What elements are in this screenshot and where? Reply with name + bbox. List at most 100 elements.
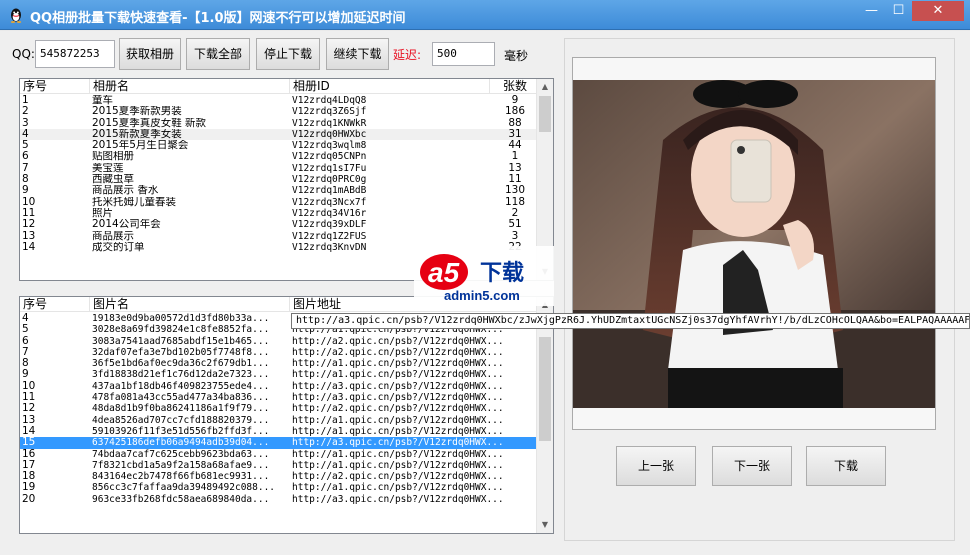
cell-photo-count: 186 [504,106,526,118]
table-row[interactable]: 19 856cc3c7faffaa9da39489492c088... http:/… [20,482,553,493]
cell-index: 14 [22,425,36,437]
cell-index: 12 [22,219,36,231]
cell-photo-name: 4dea8526ad707cc7cfd188820379... [92,414,270,426]
table-row[interactable]: 16 74bdaa7caf7c625cebb9623bda63... http://… [20,449,553,460]
download-image-button[interactable]: 下载 [806,446,886,486]
scroll-thumb[interactable] [539,337,551,441]
cell-album-id: V12zrdq4LDqQ8 [292,95,367,106]
table-row[interactable]: 10 托米托姆儿童春装 V12zrdq3Ncx7f 118 [20,197,553,208]
window-title: QQ相册批量下载快速查看-【1.0版】网速不行可以增加延迟时间 [30,11,406,26]
table-row[interactable]: 8 西藏虫草 V12zrdq0PRC0g 11 [20,174,553,185]
close-button[interactable]: ✕ [912,1,964,21]
cell-photo-count: 13 [508,162,522,174]
table-row[interactable]: 6 3083a7541aad7685abdf15e1b465... http://a… [20,336,553,347]
album-rows: 1 童车 V12zrdq4LDqQ8 9 2 2015夏季新款男装 V12zrdq3Z6Sj… [20,95,553,253]
cell-album-name: 童车 [92,95,113,106]
cell-photo-name: 7f8321cbd1a5a9f2a158a68afae9... [92,459,270,471]
cell-index: 5 [22,324,29,336]
table-row[interactable]: 15 637425186defb06a9494adb39d04... http://… [20,437,553,449]
cell-album-name: 照片 [92,207,113,219]
cell-photo-count: 31 [508,128,522,140]
cell-photo-name: 19183e0d9ba00572d1d3fd80b33a... [92,313,270,324]
cell-photo-count: 1 [511,151,519,163]
qq-number-input[interactable]: 545872253 [35,40,115,68]
cell-photo-url: http://a2.qpic.cn/psb?/V12zrdq0HWX... [292,346,504,358]
table-row[interactable]: 1 童车 V12zrdq4LDqQ8 9 [20,95,553,106]
cell-photo-url: http://a1.qpic.cn/psb?/V12zrdq0HWX... [292,459,504,471]
table-row[interactable]: 7 32daf07efa3e7bd102b05f7748f8... http://a… [20,347,553,358]
table-row[interactable]: 6 贴图相册 V12zrdq05CNPn 1 [20,151,553,162]
svg-text:admin5.com: admin5.com [444,288,520,303]
col-album-name[interactable]: 相册名 [90,79,290,94]
cell-album-name: 商品展示 香水 [92,185,159,197]
table-row[interactable]: 11 478fa081a43cc55ad477a34ba836... http://… [20,392,553,403]
cell-index: 12 [22,403,36,415]
svg-text:a5: a5 [428,257,460,288]
cell-index: 2 [22,106,29,118]
prev-image-button[interactable]: 上一张 [616,446,696,486]
title-bar: QQ相册批量下载快速查看-【1.0版】网速不行可以增加延迟时间 — ☐ ✕ [0,0,970,30]
table-row[interactable]: 12 48da8d1b9f0ba86241186a1f9f79... http://… [20,403,553,414]
table-row[interactable]: 2 2015夏季新款男装 V12zrdq3Z6Sjf 186 [20,106,553,117]
table-row[interactable]: 9 商品展示 香水 V12zrdq1mABdB 130 [20,185,553,196]
album-list-header: 序号 相册名 相册ID 张数 [20,79,553,94]
cell-album-name: 商品展示 [92,230,134,242]
cell-index: 11 [22,207,36,219]
table-row[interactable]: 8 36f5e1bd6af0ec9da36c2f679db1... http://a… [20,358,553,369]
cell-photo-name: 843164ec2b7478f66fb681ec9931... [92,471,270,483]
col-index[interactable]: 序号 [20,79,90,94]
photo-rows: 4 19183e0d9ba00572d1d3fd80b33a... http://a… [20,313,553,505]
delay-label: 延迟: [393,48,422,62]
continue-download-button[interactable]: 继续下载 [326,38,389,70]
table-row[interactable]: 20 963ce33fb268fdc58aea689840da... http://… [20,494,553,505]
next-image-button[interactable]: 下一张 [712,446,792,486]
minimize-button[interactable]: — [858,1,885,21]
cell-photo-name: 74bdaa7caf7c625cebb9623bda63... [92,448,270,460]
scroll-thumb[interactable] [539,96,551,132]
table-row[interactable]: 18 843164ec2b7478f66fb681ec9931... http://… [20,471,553,482]
table-row[interactable]: 13 商品展示 V12zrdq1Z2FUS 3 [20,231,553,242]
col-album-id[interactable]: 相册ID [290,79,490,94]
cell-photo-count: 118 [504,196,526,208]
cell-index: 19 [22,482,36,494]
cell-photo-name: 48da8d1b9f0ba86241186a1f9f79... [92,403,270,415]
cell-photo-name: 3083a7541aad7685abdf15e1b465... [92,335,270,347]
table-row[interactable]: 13 4dea8526ad707cc7cfd188820379... http://… [20,415,553,426]
col-photo-name[interactable]: 图片名 [90,297,290,312]
table-row[interactable]: 17 7f8321cbd1a5a9f2a158a68afae9... http://… [20,460,553,471]
cell-photo-url: http://a2.qpic.cn/psb?/V12zrdq0HWX... [292,471,504,483]
table-row[interactable]: 14 59103926f11f3e51d556fb2ffd3f... http://… [20,426,553,437]
cell-index: 14 [22,241,36,253]
stop-download-button[interactable]: 停止下载 [256,38,320,70]
table-row[interactable]: 7 美宝莲 V12zrdq1sI7Fu 13 [20,163,553,174]
cell-album-name: 2015年5月生日聚会 [92,140,189,152]
download-all-button[interactable]: 下载全部 [186,38,250,70]
table-row[interactable]: 3 2015夏季真皮女鞋 新款 V12zrdq1KNWkR 88 [20,118,553,129]
col-photo-index[interactable]: 序号 [20,297,90,312]
delay-input[interactable]: 500 [432,42,495,66]
cell-index: 10 [22,196,36,208]
scroll-up-arrow-icon[interactable]: ▲ [537,79,553,95]
photo-list[interactable]: 序号 图片名 图片地址 4 19183e0d9ba00572d1d3fd80b33… [19,296,554,534]
maximize-button[interactable]: ☐ [885,1,912,21]
cell-index: 11 [22,392,36,404]
cell-album-id: V12zrdq34V16r [292,207,367,219]
table-row[interactable]: 9 3fd18838d21ef1c76d12da2e7323... http://a… [20,369,553,380]
col-photo-count[interactable]: 张数 [490,79,538,94]
cell-album-id: V12zrdq1Z2FUS [292,230,367,242]
table-row[interactable]: 10 437aa1bf18db46f409823755ede4... http://… [20,381,553,392]
photo-list-scrollbar[interactable]: ▲ ▼ [536,297,553,533]
table-row[interactable]: 12 2014公司年会 V12zrdq39xDLF 51 [20,219,553,230]
cell-album-name: 2015新款夏季女装 [92,128,182,140]
cell-album-name: 2015夏季真皮女鞋 新款 [92,117,207,129]
table-row[interactable]: 11 照片 V12zrdq34V16r 2 [20,208,553,219]
table-row[interactable]: 4 2015新款夏季女装 V12zrdq0HWXbc 31 [20,128,553,141]
cell-photo-count: 130 [504,185,526,197]
cell-photo-url: http://a3.qpic.cn/psb?/V12zrdq0HWX... [292,437,504,449]
cell-photo-url: http://a1.qpic.cn/psb?/V12zrdq0HWX... [292,425,504,437]
scroll-down-arrow-icon[interactable]: ▼ [537,517,553,533]
get-albums-button[interactable]: 获取相册 [119,38,181,70]
cell-photo-url: http://a2.qpic.cn/psb?/V12zrdq0HWX... [292,403,504,415]
table-row[interactable]: 5 2015年5月生日聚会 V12zrdq3wqlm8 44 [20,140,553,151]
cell-index: 5 [22,140,29,152]
